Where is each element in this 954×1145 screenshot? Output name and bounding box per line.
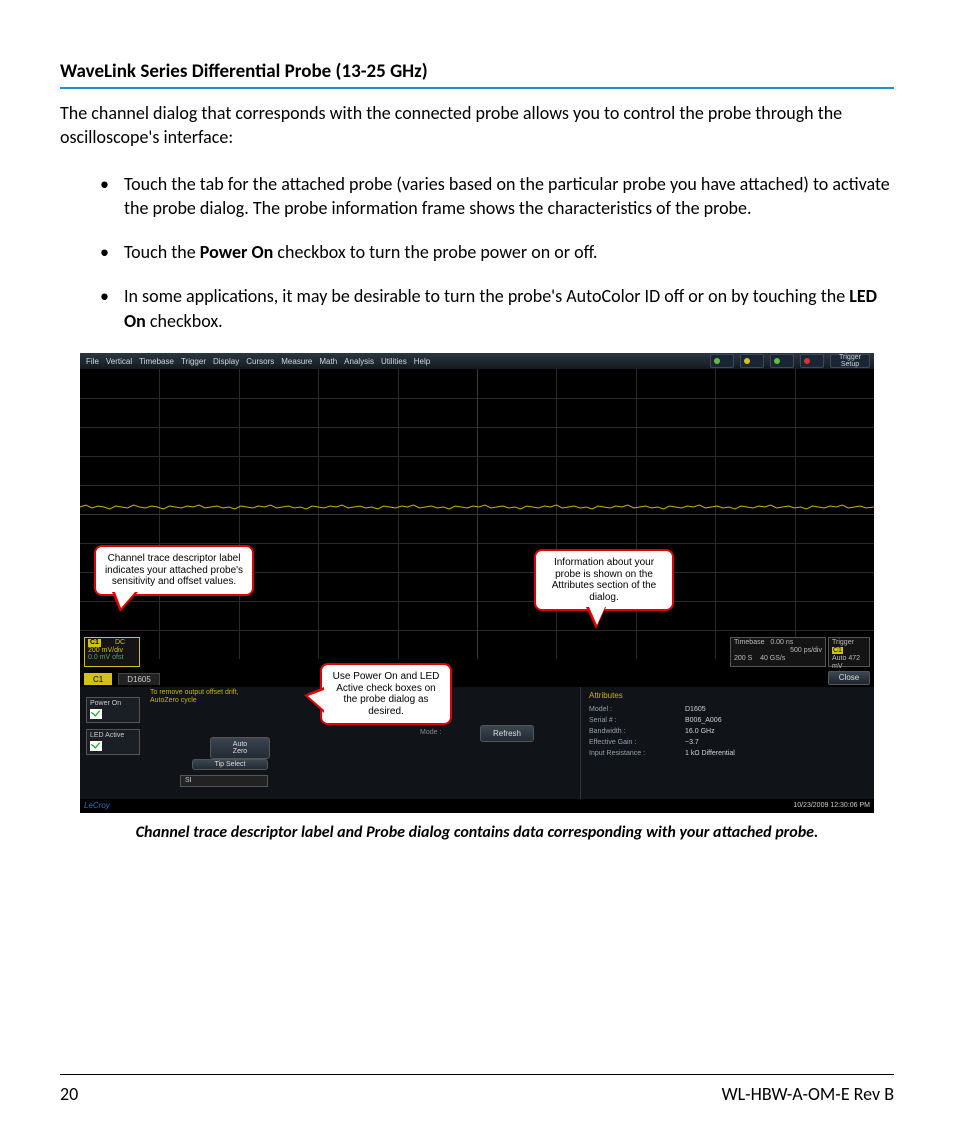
attr-value: 16.0 GHz — [685, 728, 715, 735]
tab-c1[interactable]: C1 — [84, 673, 112, 685]
menu-math[interactable]: Math — [319, 357, 337, 366]
waveform-plot[interactable] — [80, 369, 874, 659]
refresh-button[interactable]: Refresh — [480, 725, 534, 742]
title-rule — [60, 87, 894, 89]
timebase-title: Timebase — [734, 639, 764, 646]
attr-value: 1 kΩ Differential — [685, 750, 735, 757]
menu-vertical[interactable]: Vertical — [106, 357, 132, 366]
close-button[interactable]: Close — [828, 671, 870, 685]
menu-display[interactable]: Display — [213, 357, 239, 366]
status-icon[interactable] — [740, 354, 764, 368]
oscilloscope-screenshot: File Vertical Timebase Trigger Display C… — [80, 353, 874, 813]
attr-row-model: Model : D1605 — [589, 706, 860, 713]
tip-select-value[interactable]: SI — [180, 775, 268, 787]
callout-text: Use Power On and LED Active check boxes … — [333, 671, 440, 717]
attr-row-serial: Serial # : B006_A006 — [589, 717, 860, 724]
trigger-mode: Auto — [832, 655, 846, 662]
toolbar-right: Trigger Setup — [710, 354, 870, 368]
menu-help[interactable]: Help — [414, 357, 430, 366]
checkbox-icon — [90, 709, 102, 719]
power-on-label: Power On — [90, 700, 121, 707]
attr-key: Model : — [589, 706, 685, 713]
dialog-tabs: C1 D1605 — [84, 673, 160, 685]
checkbox-icon — [90, 741, 102, 751]
footer-rule — [60, 1074, 894, 1075]
attr-row-resistance: Input Resistance : 1 kΩ Differential — [589, 750, 860, 757]
trigger-setup-l2: Setup — [841, 361, 859, 368]
timebase-samples: 200 S — [734, 655, 752, 662]
coupling: DC — [115, 639, 125, 647]
tab-probe-model[interactable]: D1605 — [118, 673, 160, 685]
menu-analysis[interactable]: Analysis — [344, 357, 374, 366]
attr-key: Bandwidth : — [589, 728, 685, 735]
trigger-source: C1 — [832, 647, 843, 654]
tip-select-button[interactable]: Tip Select — [192, 759, 268, 770]
menu-cursors[interactable]: Cursors — [246, 357, 274, 366]
menu-trigger[interactable]: Trigger — [181, 357, 206, 366]
bullet-post: checkbox to turn the probe power on or o… — [273, 241, 597, 263]
bullet-pre: In some applications, it may be desirabl… — [124, 285, 849, 307]
offset: 0.0 mV ofst — [88, 654, 123, 661]
channel-descriptor[interactable]: C1 DC 200 mV/div 0.0 mV ofst — [84, 637, 140, 667]
menu-utilities[interactable]: Utilities — [381, 357, 407, 366]
timestamp: 10/23/2009 12:30:06 PM — [793, 799, 870, 813]
attr-value: D1605 — [685, 706, 706, 713]
menu-file[interactable]: File — [86, 357, 99, 366]
attr-key: Serial # : — [589, 717, 685, 724]
attributes-panel: Attributes Model : D1605 Serial # : B006… — [580, 687, 868, 799]
power-on-checkbox[interactable]: Power On — [86, 697, 140, 723]
timebase-descriptor[interactable]: Timebase 0.00 ns 500 ps/div 200 S 40 GS/… — [730, 637, 826, 667]
probe-dialog: To remove output offset drift, AutoZero … — [80, 687, 874, 799]
attr-key: Effective Gain : — [589, 739, 685, 746]
auto-zero-button[interactable]: Auto Zero — [210, 737, 270, 759]
timebase-delay: 0.00 ns — [770, 639, 793, 646]
waveform-trace — [80, 502, 874, 512]
trigger-descriptor[interactable]: Trigger C1 Auto 472 mV Edge Positive — [828, 637, 870, 667]
trigger-setup-button[interactable]: Trigger Setup — [830, 354, 870, 368]
callout-checkboxes: Use Power On and LED Active check boxes … — [320, 663, 452, 725]
bullet-bold: Power On — [200, 241, 274, 263]
callout-text: Information about your probe is shown on… — [552, 557, 657, 603]
bullet-pre: Touch the — [124, 241, 200, 263]
bullet-text: Touch the tab for the attached probe (va… — [124, 173, 890, 219]
callout-channel-descriptor: Channel trace descriptor label indicates… — [94, 545, 254, 596]
menu-measure[interactable]: Measure — [281, 357, 312, 366]
brand-label: LeCroy — [84, 799, 110, 813]
bullet-item: In some applications, it may be desirabl… — [100, 284, 894, 333]
bullet-list: Touch the tab for the attached probe (va… — [60, 172, 894, 333]
bullet-item: Touch the Power On checkbox to turn the … — [100, 240, 894, 264]
autozero-l2: Zero — [233, 748, 247, 755]
bullet-post: checkbox. — [146, 310, 223, 332]
page-title: WaveLink Series Differential Probe (13-2… — [60, 60, 894, 83]
attributes-header: Attributes — [589, 691, 860, 700]
trigger-title: Trigger — [832, 639, 854, 646]
callout-tail-icon — [304, 687, 324, 713]
channel-id: C1 — [88, 639, 101, 647]
timebase-rate: 40 GS/s — [760, 655, 785, 662]
intro-paragraph: The channel dialog that corresponds with… — [60, 101, 894, 150]
trigger-setup-l1: Trigger — [839, 354, 861, 361]
mode-label: Mode : — [420, 729, 441, 736]
callout-tail-icon — [112, 592, 138, 612]
status-icon[interactable] — [800, 354, 824, 368]
status-icon[interactable] — [770, 354, 794, 368]
autozero-l1: Auto — [233, 741, 247, 748]
bullet-item: Touch the tab for the attached probe (va… — [100, 172, 894, 221]
figure-caption: Channel trace descriptor label and Probe… — [60, 823, 894, 842]
callout-text: Channel trace descriptor label indicates… — [105, 553, 243, 587]
led-active-checkbox[interactable]: LED Active — [86, 729, 140, 755]
menu-timebase[interactable]: Timebase — [139, 357, 174, 366]
document-id: WL-HBW-A-OM-E Rev B — [722, 1083, 894, 1105]
attr-row-bandwidth: Bandwidth : 16.0 GHz — [589, 728, 860, 735]
page-number: 20 — [60, 1083, 78, 1105]
attr-value: ~3.7 — [685, 739, 699, 746]
timebase-div: 500 ps/div — [790, 647, 822, 654]
callout-attributes: Information about your probe is shown on… — [534, 549, 674, 611]
status-icon[interactable] — [710, 354, 734, 368]
attr-key: Input Resistance : — [589, 750, 685, 757]
attr-value: B006_A006 — [685, 717, 722, 724]
attr-row-gain: Effective Gain : ~3.7 — [589, 739, 860, 746]
sensitivity: 200 mV/div — [88, 647, 123, 654]
callout-tail-icon — [586, 607, 606, 629]
